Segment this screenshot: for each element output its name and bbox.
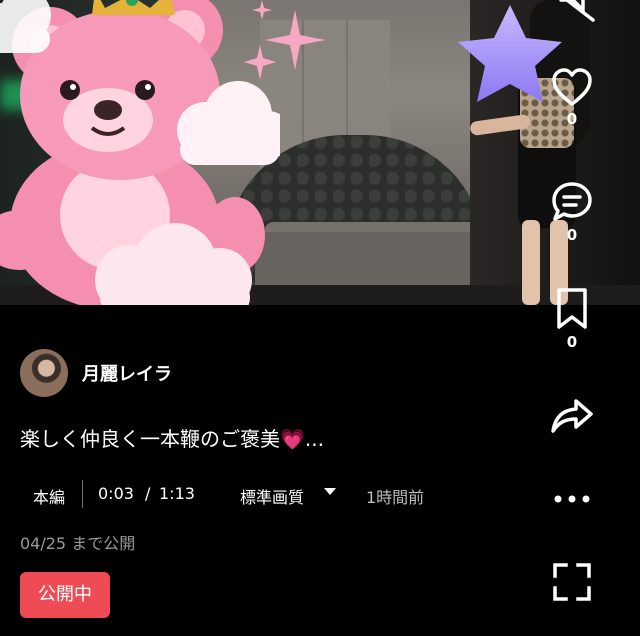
share-button[interactable] bbox=[548, 398, 596, 434]
caption-text: 楽しく仲良く一本鞭のご褒美 bbox=[20, 427, 280, 451]
player-meta-row: 本編 0:03 / 1:13 標準画質 1時間前 bbox=[0, 481, 540, 507]
chevron-down-icon[interactable] bbox=[324, 488, 336, 495]
video-player[interactable] bbox=[0, 0, 640, 305]
time-current: 0:03 bbox=[98, 484, 134, 503]
caption[interactable]: 楽しく仲良く一本鞭のご褒美💗... bbox=[20, 423, 324, 452]
save-count: 0 bbox=[566, 333, 578, 351]
bookmark-icon bbox=[557, 288, 587, 329]
heart-emoji: 💗 bbox=[280, 427, 305, 451]
heart-icon bbox=[552, 68, 592, 106]
fullscreen-button[interactable] bbox=[548, 562, 596, 602]
time-total: 1:13 bbox=[159, 484, 195, 503]
avatar[interactable] bbox=[20, 349, 68, 397]
comment-count: 0 bbox=[566, 226, 578, 244]
creator-name[interactable]: 月麗レイラ bbox=[82, 360, 172, 386]
caption-ellipsis: ... bbox=[304, 427, 324, 451]
comment-icon bbox=[552, 182, 592, 221]
comment-button[interactable]: 0 bbox=[548, 180, 596, 244]
segment-label: 本編 bbox=[33, 488, 66, 507]
save-button[interactable]: 0 bbox=[548, 287, 596, 351]
posted-ago: 1時間前 bbox=[366, 488, 425, 507]
like-button[interactable]: 0 bbox=[548, 68, 596, 128]
availability-date: 04/25 まで公開 bbox=[20, 534, 136, 553]
quality-selector[interactable]: 標準画質 bbox=[240, 484, 304, 508]
share-icon bbox=[551, 399, 593, 433]
bear-sticker bbox=[0, 0, 280, 305]
time-separator: / bbox=[145, 484, 151, 503]
sparkle-sticker bbox=[244, 0, 325, 80]
more-button[interactable] bbox=[548, 494, 596, 504]
like-count: 0 bbox=[566, 110, 578, 128]
divider bbox=[82, 480, 83, 508]
more-icon bbox=[554, 495, 590, 503]
mute-icon[interactable] bbox=[553, 0, 599, 22]
fullscreen-icon bbox=[553, 563, 591, 601]
status-badge: 公開中 bbox=[20, 572, 110, 618]
